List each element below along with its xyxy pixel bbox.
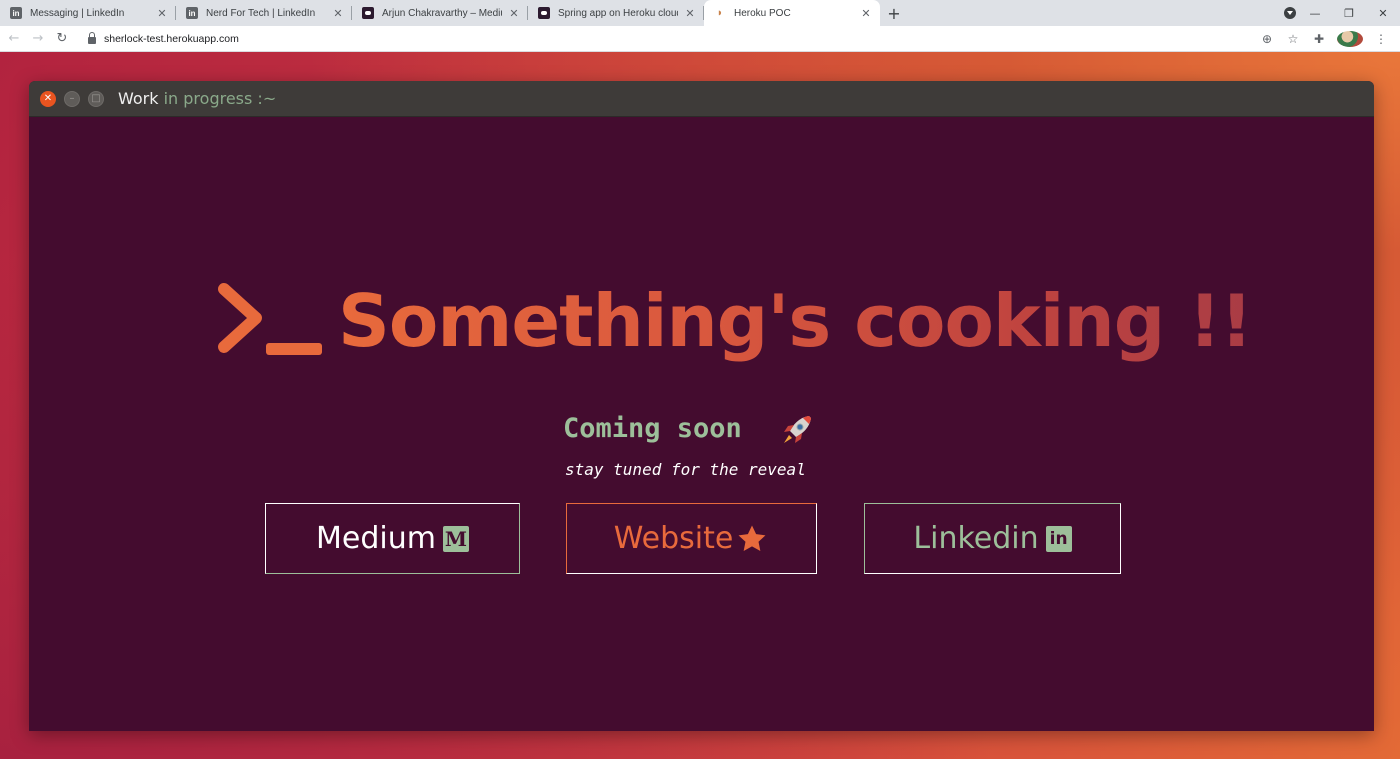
page-background: ✕ – □ Work in progress :~ Something's co… — [0, 52, 1400, 759]
medium-button[interactable]: Medium M — [265, 503, 520, 574]
back-arrow-icon[interactable]: ← — [2, 31, 26, 46]
tab-title: Heroku POC — [734, 7, 791, 19]
terminal-title-rest: in progress :~ — [158, 89, 277, 108]
heroku-icon: ◗ — [716, 7, 724, 19]
linkedin-button-label: Linkedin — [913, 521, 1039, 556]
website-button-label: Website — [613, 521, 734, 556]
tab-close-icon[interactable]: ✕ — [860, 7, 872, 20]
medium-icon: M — [442, 525, 469, 552]
terminal-close-icon[interactable]: ✕ — [40, 90, 56, 107]
tab-close-icon[interactable]: ✕ — [508, 7, 520, 20]
window-controls: — ❐ ✕ — [1298, 0, 1400, 26]
star-icon — [738, 525, 766, 551]
terminal-title: Work in progress :~ — [118, 89, 276, 108]
minimize-icon[interactable]: — — [1298, 7, 1332, 20]
zoom-icon[interactable]: ⊕ — [1254, 32, 1280, 46]
tab-close-icon[interactable]: ✕ — [156, 7, 168, 20]
medium-button-label: Medium — [316, 521, 436, 556]
medium-icon — [362, 7, 374, 19]
tab-title: Arjun Chakravarthy – Medium — [382, 7, 502, 19]
tab-arjun-medium[interactable]: Arjun Chakravarthy – Medium ✕ — [352, 0, 528, 26]
tab-close-icon[interactable]: ✕ — [332, 7, 344, 20]
terminal-prompt-icon — [218, 283, 322, 355]
linkedin-icon: in — [186, 7, 198, 19]
window-close-icon[interactable]: ✕ — [1366, 7, 1400, 20]
website-button[interactable]: Website — [566, 503, 817, 574]
tab-spring-heroku[interactable]: Spring app on Heroku cloud with ✕ — [528, 0, 704, 26]
browser-toolbar: ← → ↻ sherlock-test.herokuapp.com ⊕ ☆ ✚ … — [0, 26, 1400, 52]
tagline-text: stay tuned for the reveal — [565, 460, 806, 479]
avatar[interactable] — [1337, 30, 1363, 47]
coming-soon-text: Coming soon — [563, 413, 742, 444]
address-bar[interactable]: sherlock-test.herokuapp.com — [88, 28, 1254, 50]
terminal-titlebar: ✕ – □ Work in progress :~ — [29, 81, 1374, 117]
new-tab-button[interactable]: + — [880, 0, 908, 26]
linkedin-icon: in — [10, 7, 22, 19]
lock-icon[interactable] — [88, 31, 96, 44]
page-title: Something's cooking !! — [338, 279, 1253, 363]
forward-arrow-icon[interactable]: → — [26, 31, 50, 46]
restore-icon[interactable]: ❐ — [1332, 7, 1366, 20]
reload-icon[interactable]: ↻ — [50, 31, 74, 46]
tab-title: Messaging | LinkedIn — [30, 7, 125, 19]
tab-nerd-for-tech[interactable]: in Nerd For Tech | LinkedIn ✕ — [176, 0, 352, 26]
extensions-icon[interactable]: ✚ — [1306, 32, 1332, 46]
url-text: sherlock-test.herokuapp.com — [104, 32, 239, 45]
menu-kebab-icon[interactable]: ⋮ — [1368, 32, 1394, 46]
terminal-window: ✕ – □ Work in progress :~ Something's co… — [29, 81, 1374, 731]
tab-title: Nerd For Tech | LinkedIn — [206, 7, 316, 19]
tab-heroku-poc[interactable]: ◗ Heroku POC ✕ — [704, 0, 880, 26]
tab-strip: in Messaging | LinkedIn ✕ in Nerd For Te… — [0, 0, 1400, 26]
terminal-minimize-icon[interactable]: – — [64, 90, 80, 107]
medium-icon — [538, 7, 550, 19]
tab-messaging-linkedin[interactable]: in Messaging | LinkedIn ✕ — [0, 0, 176, 26]
tab-search-icon[interactable] — [1284, 7, 1296, 19]
rocket-icon — [784, 416, 811, 443]
tab-close-icon[interactable]: ✕ — [684, 7, 696, 20]
tab-title: Spring app on Heroku cloud with — [558, 7, 678, 19]
linkedin-button[interactable]: Linkedin in — [864, 503, 1121, 574]
bookmark-star-icon[interactable]: ☆ — [1280, 32, 1306, 46]
linkedin-icon: in — [1045, 525, 1072, 552]
terminal-title-word: Work — [118, 89, 159, 108]
terminal-maximize-icon[interactable]: □ — [88, 90, 104, 107]
